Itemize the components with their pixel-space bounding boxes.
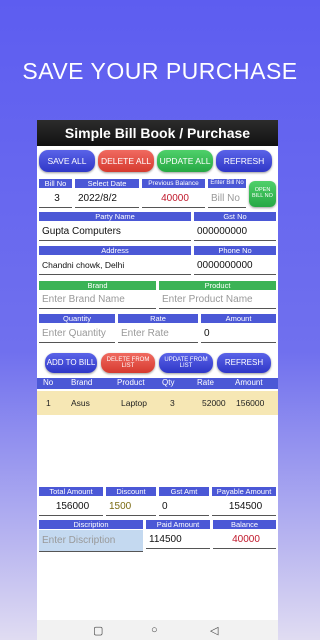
address-field[interactable]: Chandni chowk, Delhi — [39, 256, 191, 275]
delete-from-list-button[interactable]: DELETE FROM LIST — [101, 353, 155, 373]
col-rate: Rate — [197, 378, 214, 387]
rate-label: Rate — [118, 314, 198, 323]
brand-label: Brand — [39, 281, 156, 290]
cell-qty: 3 — [170, 398, 175, 408]
list-button-row: ADD TO BILL DELETE FROM LIST UPDATE FROM… — [45, 353, 271, 373]
quantity-input[interactable]: Enter Quantity — [39, 324, 115, 343]
phone-screen: Simple Bill Book / Purchase SAVE ALL DEL… — [37, 120, 278, 640]
balance-label: Balance — [213, 520, 276, 529]
prev-balance-label: Previous Balance — [142, 179, 205, 188]
phone-no-label: Phone No — [194, 246, 276, 255]
top-button-row: SAVE ALL DELETE ALL UPDATE ALL REFRESH — [39, 150, 272, 172]
description-label: Discription — [39, 520, 143, 529]
refresh-button[interactable]: REFRESH — [216, 150, 272, 172]
app-title: Simple Bill Book / Purchase — [37, 120, 278, 146]
gst-amt-label: Gst Amt — [159, 487, 209, 496]
col-brand: Brand — [71, 378, 93, 387]
cell-rate: 52000 — [202, 398, 226, 408]
brand-input[interactable]: Enter Brand Name — [39, 290, 156, 309]
col-qty: Qty — [162, 378, 175, 387]
address-label: Address — [39, 246, 191, 255]
payable-amount-label: Payable Amount — [212, 487, 276, 496]
table-row[interactable]: 1 Asus Laptop 3 52000 156000 — [37, 391, 278, 415]
payable-amount-field: 154500 — [212, 497, 276, 516]
system-nav-bar: ▢ ○ ◁ — [37, 620, 278, 640]
home-icon[interactable]: ○ — [151, 624, 158, 636]
product-label: Product — [159, 281, 276, 290]
gst-no-field[interactable]: 000000000 — [194, 222, 276, 241]
col-amount: Amount — [235, 378, 263, 387]
party-name-field[interactable]: Gupta Computers — [39, 222, 191, 241]
paid-amount-label: Paid Amount — [146, 520, 210, 529]
quantity-label: Quantity — [39, 314, 115, 323]
headline: SAVE YOUR PURCHASE — [22, 58, 298, 84]
gst-amt-input[interactable]: 0 — [159, 497, 209, 516]
cell-amount: 156000 — [236, 398, 265, 408]
enter-bill-no-label: Enter Bill No — [208, 179, 246, 188]
cell-no: 1 — [46, 398, 51, 408]
paid-amount-input[interactable]: 114500 — [146, 530, 210, 549]
amount-field: 0 — [201, 324, 276, 343]
prev-balance-field: 40000 — [142, 189, 205, 208]
discount-input[interactable]: 1500 — [106, 497, 156, 516]
table-header: No Brand Product Qty Rate Amount — [37, 378, 278, 389]
discount-label: Discount — [106, 487, 156, 496]
back-icon[interactable]: ◁ — [210, 624, 218, 637]
amount-label: Amount — [201, 314, 276, 323]
save-all-button[interactable]: SAVE ALL — [39, 150, 95, 172]
delete-all-button[interactable]: DELETE ALL — [98, 150, 154, 172]
total-amount-field: 156000 — [39, 497, 103, 516]
description-input[interactable]: Enter Discription — [39, 530, 143, 552]
bill-no-label: Bill No — [39, 179, 72, 188]
product-input[interactable]: Enter Product Name — [159, 290, 276, 309]
col-product: Product — [117, 378, 145, 387]
add-to-bill-button[interactable]: ADD TO BILL — [45, 353, 97, 373]
date-label: Select Date — [75, 179, 139, 188]
phone-no-field[interactable]: 0000000000 — [194, 256, 276, 275]
cell-product: Laptop — [121, 398, 147, 408]
cell-brand: Asus — [71, 398, 90, 408]
update-from-list-button[interactable]: UPDATE FROM LIST — [159, 353, 213, 373]
total-amount-label: Total Amount — [39, 487, 103, 496]
update-all-button[interactable]: UPDATE ALL — [157, 150, 213, 172]
open-bill-no-button[interactable]: OPEN BILL NO — [249, 181, 276, 207]
party-name-label: Party Name — [39, 212, 191, 221]
bill-no-field[interactable]: 3 — [39, 189, 72, 208]
rate-input[interactable]: Enter Rate — [118, 324, 198, 343]
enter-bill-no-input[interactable]: Bill No — [208, 189, 246, 208]
col-no: No — [43, 378, 54, 387]
gst-no-label: Gst No — [194, 212, 276, 221]
recents-icon[interactable]: ▢ — [93, 624, 103, 637]
balance-field: 40000 — [213, 530, 276, 549]
list-refresh-button[interactable]: REFRESH — [217, 353, 271, 373]
date-field[interactable]: 2022/8/2 — [75, 189, 139, 208]
